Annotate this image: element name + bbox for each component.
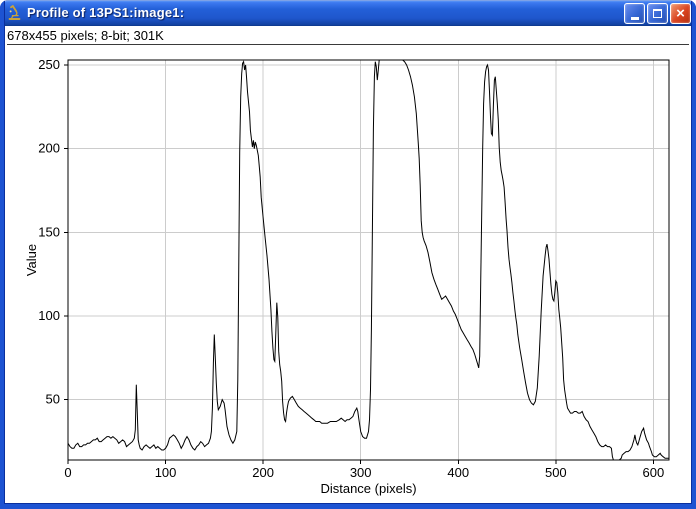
x-axis-label: Distance (pixels): [320, 481, 416, 496]
y-tick-label: 250: [38, 57, 60, 72]
x-tick-label: 0: [64, 465, 71, 480]
x-tick-label: 600: [643, 465, 665, 480]
x-tick-label: 500: [545, 465, 567, 480]
x-tick-label: 400: [447, 465, 469, 480]
y-tick-label: 150: [38, 224, 60, 239]
x-tick-label: 100: [155, 465, 177, 480]
plot-window: 0 100 200 300 400 500 600 50 100 150 200 250 Distanc…: [0, 0, 696, 509]
y-tick-label: 100: [38, 308, 60, 323]
y-tick-label: 200: [38, 141, 60, 156]
y-tick-label: 50: [46, 392, 60, 407]
profile-plot: 0 100 200 300 400 500 600 50 100 150 200 250 Distanc…: [0, 0, 696, 509]
x-tick-label: 200: [252, 465, 274, 480]
x-tick-label: 300: [350, 465, 372, 480]
y-axis-label: Value: [24, 244, 39, 276]
